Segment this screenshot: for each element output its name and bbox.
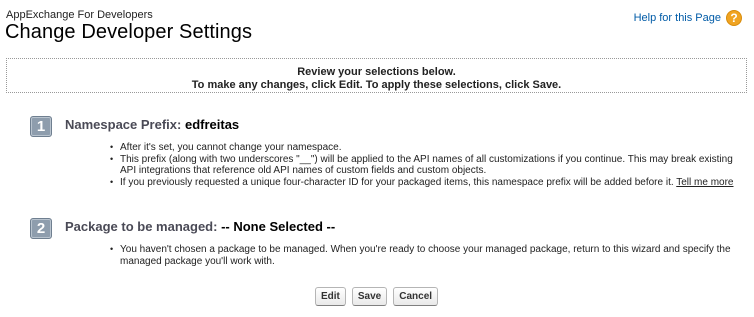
list-item: If you previously requested a unique fou… [108, 177, 748, 189]
breadcrumb: AppExchange For Developers [6, 9, 153, 21]
step-bullets: You haven't chosen a package to be manag… [108, 244, 748, 267]
review-line-2: To make any changes, click Edit. To appl… [191, 79, 562, 91]
step-title-label: Package to be managed: [65, 219, 218, 234]
cancel-button[interactable]: Cancel [393, 287, 439, 306]
button-bar: Edit Save Cancel [315, 287, 439, 306]
save-button[interactable]: Save [351, 287, 388, 306]
step-bullets: After it's set, you cannot change your n… [108, 142, 748, 188]
step-title-label: Namespace Prefix: [65, 117, 182, 132]
namespace-value: edfreitas [184, 117, 240, 132]
step-title: Package to be managed: -- None Selected … [65, 219, 335, 234]
help-link[interactable]: Help for this Page ? [634, 10, 742, 26]
edit-button[interactable]: Edit [315, 287, 346, 306]
review-line-1: Review your selections below. [297, 66, 456, 78]
list-item: After it's set, you cannot change your n… [108, 142, 748, 154]
list-item: This prefix (along with two underscores … [108, 154, 748, 177]
step-number-badge: 1 [30, 116, 52, 137]
help-icon[interactable]: ? [726, 10, 742, 26]
tell-me-more-link[interactable]: Tell me more [676, 177, 733, 188]
step-number-badge: 2 [30, 218, 52, 239]
step-title: Namespace Prefix: edfreitas [65, 117, 239, 132]
list-item: You haven't chosen a package to be manag… [108, 244, 748, 267]
help-link-label[interactable]: Help for this Page [634, 12, 721, 24]
package-value: -- None Selected -- [221, 219, 336, 234]
review-message: Review your selections below. To make an… [6, 58, 747, 93]
page-title: Change Developer Settings [5, 21, 253, 43]
page: AppExchange For Developers Change Develo… [0, 0, 754, 317]
list-item-text: If you previously requested a unique fou… [120, 176, 674, 188]
